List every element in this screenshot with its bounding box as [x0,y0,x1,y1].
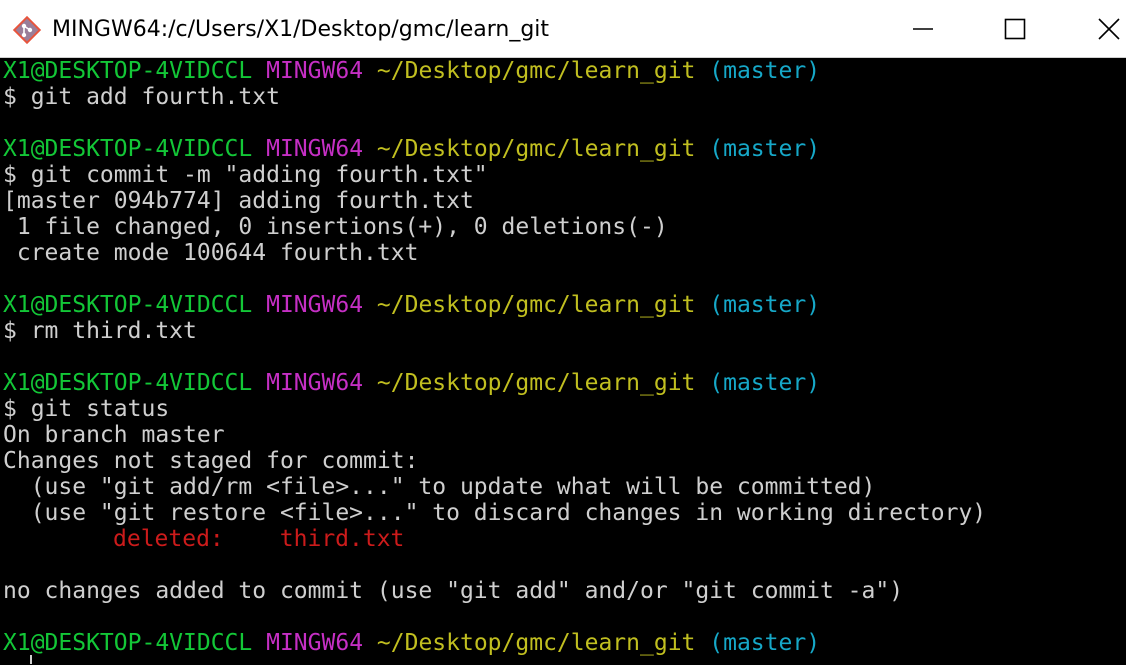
deleted-file-name: third.txt [279,526,405,552]
close-icon [1098,18,1120,40]
output-line: (use "git restore <file>..." to discard … [3,500,987,526]
window-title: MINGW64:/c/Users/X1/Desktop/gmc/learn_gi… [52,17,550,42]
output-line: create mode 100644 fourth.txt [3,240,419,266]
title-bar[interactable]: MINGW64:/c/Users/X1/Desktop/gmc/learn_gi… [0,0,1126,58]
prompt-system: MINGW64 [266,630,364,656]
command-line: $ git commit -m "adding fourth.txt" [3,162,488,188]
prompt-path: ~/Desktop/gmc/learn_git [376,136,696,162]
prompt-user: X1@DESKTOP-4VIDCCL [3,292,253,318]
text-cursor [30,655,32,664]
output-line: Changes not staged for commit: [3,448,419,474]
prompt-user: X1@DESKTOP-4VIDCCL [3,58,253,84]
close-button[interactable] [1062,0,1126,58]
prompt-line: X1@DESKTOP-4VIDCCL MINGW64 ~/Desktop/gmc… [3,58,820,84]
prompt-user: X1@DESKTOP-4VIDCCL [3,370,253,396]
prompt-path: ~/Desktop/gmc/learn_git [376,58,696,84]
prompt-system: MINGW64 [266,292,364,318]
prompt-user: X1@DESKTOP-4VIDCCL [3,136,253,162]
prompt-system: MINGW64 [266,370,364,396]
prompt-branch: (master) [709,630,821,656]
output-line: 1 file changed, 0 insertions(+), 0 delet… [3,214,668,240]
output-line: no changes added to commit (use "git add… [3,578,904,604]
prompt-user: X1@DESKTOP-4VIDCCL [3,630,253,656]
prompt-path: ~/Desktop/gmc/learn_git [376,370,696,396]
command-line: $ rm third.txt [3,318,197,344]
prompt-branch: (master) [709,136,821,162]
output-line: [master 094b774] adding fourth.txt [3,188,474,214]
minimize-button[interactable] [878,0,970,58]
prompt-path: ~/Desktop/gmc/learn_git [376,630,696,656]
git-icon [12,15,42,45]
command-line: $ git add fourth.txt [3,84,280,110]
prompt-branch: (master) [709,370,821,396]
minimize-icon [913,28,933,30]
maximize-icon [1004,18,1026,40]
prompt-branch: (master) [709,58,821,84]
prompt-line: X1@DESKTOP-4VIDCCL MINGW64 ~/Desktop/gmc… [3,370,820,396]
terminal-area[interactable]: X1@DESKTOP-4VIDCCL MINGW64 ~/Desktop/gmc… [0,58,1126,665]
deleted-file-line: deleted: third.txt [3,526,404,552]
prompt-line: X1@DESKTOP-4VIDCCL MINGW64 ~/Desktop/gmc… [3,136,820,162]
prompt-system: MINGW64 [266,136,364,162]
prompt-system: MINGW64 [266,58,364,84]
output-line: On branch master [3,422,225,448]
prompt-branch: (master) [709,292,821,318]
prompt-path: ~/Desktop/gmc/learn_git [376,292,696,318]
prompt-line: X1@DESKTOP-4VIDCCL MINGW64 ~/Desktop/gmc… [3,292,820,318]
output-line: (use "git add/rm <file>..." to update wh… [3,474,876,500]
prompt-line: X1@DESKTOP-4VIDCCL MINGW64 ~/Desktop/gmc… [3,630,820,656]
deleted-label: deleted: [113,526,224,552]
command-line: $ git status [3,396,170,422]
maximize-button[interactable] [970,0,1062,58]
